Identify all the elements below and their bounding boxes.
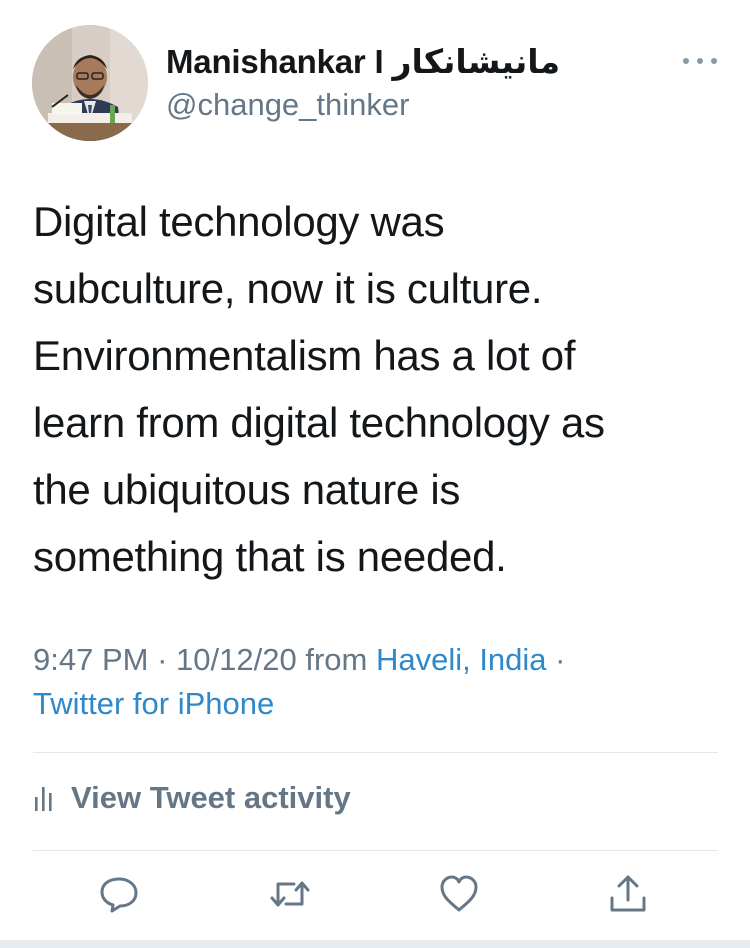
meta-separator: · <box>555 642 566 677</box>
avatar[interactable] <box>32 25 148 141</box>
source-link[interactable]: Twitter for iPhone <box>33 686 274 721</box>
more-options-icon[interactable] <box>680 50 720 70</box>
divider <box>33 850 718 851</box>
tweet-text: Digital technology was subculture, now i… <box>33 198 605 580</box>
share-icon[interactable] <box>606 872 650 916</box>
view-tweet-activity-label: View Tweet activity <box>71 780 351 815</box>
user-handle[interactable]: @change_thinker <box>166 87 409 123</box>
display-name[interactable]: Manishankar I مانیشانکار <box>166 42 560 81</box>
tweet-date: 10/12/20 <box>176 642 297 677</box>
from-label: from <box>305 642 368 677</box>
meta-separator: · <box>157 642 168 677</box>
retweet-icon[interactable] <box>268 872 312 916</box>
bottom-separator-strip <box>0 940 750 948</box>
heart-icon[interactable] <box>437 872 481 916</box>
tweet-metadata: 9:47 PM · 10/12/20 from Haveli, India · … <box>33 638 723 726</box>
tweet-time: 9:47 PM <box>33 642 149 677</box>
tweet-actions-bar <box>0 872 750 924</box>
view-tweet-activity-button[interactable]: View Tweet activity <box>33 775 351 821</box>
location-link[interactable]: Haveli, India <box>376 642 547 677</box>
tweet-card: Manishankar I مانیشانکار @change_thinker… <box>0 0 750 940</box>
reply-icon[interactable] <box>97 872 141 916</box>
bar-chart-icon <box>35 787 52 811</box>
avatar-photo <box>32 25 148 141</box>
divider <box>33 752 718 753</box>
